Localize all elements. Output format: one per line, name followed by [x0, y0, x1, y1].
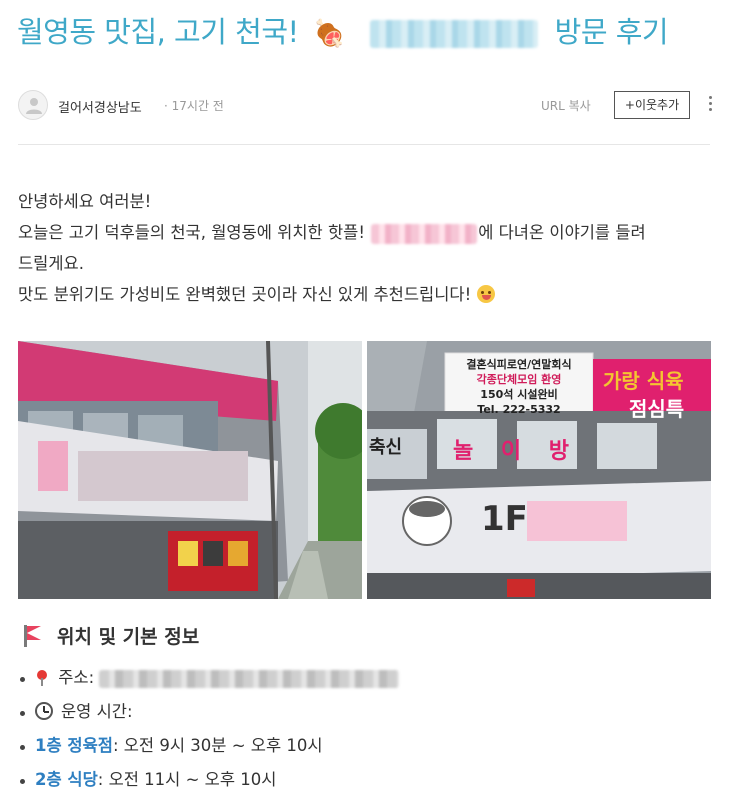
info-list: 주소: 운영 시간: 1층 정육점: 오전 9시 30분 ~ 오후 10시 2층… [18, 663, 718, 799]
sign-line: 150석 시설완비 [480, 388, 558, 401]
hours-label: 운영 시간: [61, 702, 133, 721]
address-label: 주소: [58, 668, 95, 687]
post-meta: 걸어서경상남도 · 17시간 전 URL 복사 +이웃추가 [18, 90, 730, 122]
post-body: 안녕하세요 여러분! 오늘은 고기 덕후들의 천국, 월영동에 위치한 핫플! … [18, 186, 718, 310]
photo-street-image [18, 341, 362, 599]
body-text: 에 다녀온 이야기를 들려 [478, 223, 646, 242]
meat-icon: 🍖 [313, 19, 346, 49]
section-heading: 위치 및 기본 정보 [21, 622, 199, 649]
flag-icon [21, 623, 43, 647]
list-item-floor2: 2층 식당: 오전 11시 ~ 오후 10시 [18, 765, 718, 799]
side-sign: 축신 [369, 437, 403, 458]
post-title-suffix: 방문 후기 [554, 15, 669, 49]
yum-face-icon [477, 285, 496, 303]
body-line: 맛도 분위기도 가성비도 완벽했던 곳이라 자신 있게 추천드립니다! [18, 279, 718, 310]
post-title-prefix: 월영동 맛집, 고기 천국! [17, 15, 299, 49]
more-options-icon[interactable] [706, 94, 714, 116]
sign-line: 결혼식피로연/연말회식 [466, 358, 572, 371]
floor-sign: 1F [481, 499, 528, 539]
body-text: 맛도 분위기도 가성비도 완벽했던 곳이라 자신 있게 추천드립니다! [18, 285, 472, 304]
floor2-hours: : 오전 11시 ~ 오후 10시 [97, 770, 277, 789]
play-room-sign: 놀 이 방 [453, 439, 580, 464]
blurred-restaurant-name [369, 20, 538, 48]
post-title: 월영동 맛집, 고기 천국! 🍖 방문 후기 [17, 10, 729, 56]
blurred-restaurant-name [371, 223, 478, 244]
body-line: 안녕하세요 여러분! [18, 192, 152, 211]
follow-button[interactable]: +이웃추가 [614, 91, 690, 119]
url-copy-link[interactable]: URL 복사 [541, 97, 591, 114]
photo-building-street[interactable] [18, 341, 362, 599]
lunch-sign: 점심특 [629, 397, 685, 421]
avatar[interactable] [18, 90, 48, 120]
author-name[interactable]: 걸어서경상남도 [58, 97, 142, 116]
user-icon [26, 98, 42, 114]
blurred-address [99, 669, 400, 688]
floor1-hours: : 오전 9시 30분 ~ 오후 10시 [112, 736, 323, 755]
list-item-address: 주소: [18, 663, 718, 697]
list-item-hours: 운영 시간: [18, 697, 718, 731]
pin-icon [35, 670, 49, 686]
list-item-floor1: 1층 정육점: 오전 9시 30분 ~ 오후 10시 [18, 731, 718, 765]
floor1-label: 1층 정육점 [35, 736, 113, 755]
body-text: 오늘은 고기 덕후들의 천국, 월영동에 위치한 핫플! [18, 223, 365, 242]
sign-text-block: 결혼식피로연/연말회식 각종단체모임 환영 150석 시설완비 Tel. 222… [445, 357, 593, 417]
sign-line: Tel. 222-5332 [477, 403, 561, 416]
body-line: 오늘은 고기 덕후들의 천국, 월영동에 위치한 핫플! 에 다녀온 이야기를 … [18, 217, 718, 248]
shop-sign-name: 가랑 식육 [603, 369, 684, 393]
post-time: · 17시간 전 [164, 99, 224, 113]
photo-storefront-sign[interactable]: 결혼식피로연/연말회식 각종단체모임 환영 150석 시설완비 Tel. 222… [367, 341, 711, 599]
sign-line: 각종단체모임 환영 [476, 373, 562, 386]
clock-icon [35, 702, 53, 720]
floor2-label: 2층 식당 [35, 770, 98, 789]
divider [18, 144, 710, 145]
body-line: 드릴게요. [18, 254, 84, 273]
section-heading-text: 위치 및 기본 정보 [57, 626, 200, 648]
